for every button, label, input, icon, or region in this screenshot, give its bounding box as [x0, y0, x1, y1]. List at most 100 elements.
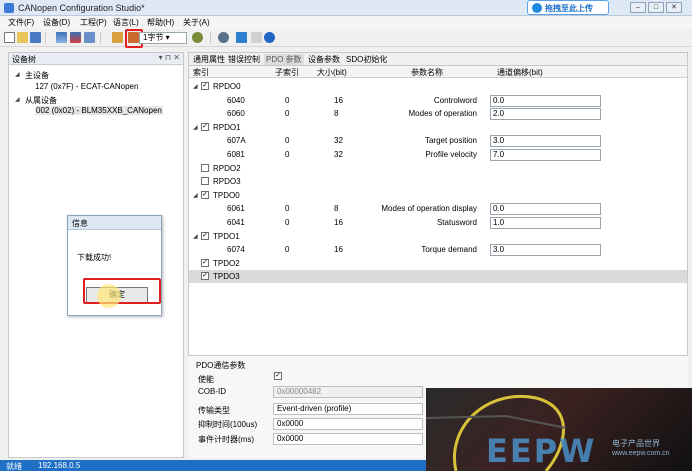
pdo-offset-field[interactable]: 3.0	[490, 135, 601, 148]
minimize-button[interactable]: –	[630, 2, 646, 13]
pdo-index: 6074	[227, 245, 245, 255]
tab-general[interactable]: 通用属性	[191, 54, 227, 65]
watermark-url: www.eepw.com.cn	[612, 450, 670, 457]
pdo-checkbox[interactable]: ✓	[201, 82, 209, 90]
tab-device-params[interactable]: 设备参数	[306, 54, 342, 65]
network-icon[interactable]	[84, 32, 95, 43]
pdo-offset-field[interactable]: 2.0	[490, 108, 601, 121]
pdo-checkbox[interactable]: ✓	[201, 190, 209, 199]
pdo-name: RPDO2	[213, 163, 241, 173]
pdo-size: 32	[334, 150, 343, 159]
bytes-select[interactable]: 1字节 ▾	[139, 32, 187, 44]
col-param-name: 参数名称	[411, 68, 443, 77]
enable-checkbox[interactable]: ✓	[274, 372, 282, 380]
pdo-entry-row[interactable]: 6061 0 8 Modes of operation display 0.0	[189, 202, 687, 216]
pdo-index: 6040	[227, 95, 245, 105]
pdo-entry-row[interactable]: 6060 0 8 Modes of operation 2.0	[189, 107, 687, 121]
expand-icon[interactable]: ◢	[193, 233, 198, 240]
pdo-group-row[interactable]: ◢ ✓ RPDO1	[189, 121, 687, 134]
menu-device[interactable]: 设备(D)	[43, 17, 70, 28]
dialog-title: 信息	[72, 219, 88, 228]
pdo-entry-row[interactable]: 6040 0 16 Controlword 0.0	[189, 94, 687, 107]
pdo-offset-field[interactable]: 1.0	[490, 217, 601, 229]
inhibit-time-label: 抑制时间(100us)	[198, 420, 258, 429]
expand-icon[interactable]: ◢	[193, 124, 198, 131]
pdo-subindex: 0	[285, 204, 290, 214]
pdo-entry-row[interactable]: 607A 0 32 Target position 3.0	[189, 134, 687, 148]
expand-icon[interactable]: ◢	[193, 192, 198, 199]
wrench-icon[interactable]	[251, 32, 262, 43]
status-state: 就绪	[6, 462, 22, 471]
pdo-group-row[interactable]: ◢ ✓ TPDO1	[189, 230, 687, 243]
table-header: 索引 子索引 大小(bit) 参数名称 通道偏移(bit)	[189, 66, 687, 78]
tab-error-control[interactable]: 错误控制	[226, 54, 262, 65]
wand-icon[interactable]	[192, 32, 203, 43]
info-icon[interactable]	[264, 32, 275, 43]
ok-highlight	[83, 278, 161, 304]
status-ip: 192.168.0.5	[38, 461, 81, 470]
menu-project[interactable]: 工程(P)	[80, 17, 107, 28]
pdo-subindex: 0	[285, 245, 290, 255]
pdo-param-name: Target position	[424, 136, 477, 146]
device-tree-title: 设备树	[12, 55, 36, 64]
trans-type-select[interactable]: Event-driven (profile)	[273, 403, 423, 415]
pdo-checkbox[interactable]: ✓	[201, 122, 209, 131]
col-index: 索引	[193, 68, 209, 77]
pdo-checkbox[interactable]	[201, 163, 209, 172]
pdo-checkbox[interactable]	[201, 177, 209, 186]
upload-icon[interactable]	[112, 32, 123, 43]
pdo-group-row[interactable]: ✓ TPDO3	[189, 270, 687, 284]
open-folder-icon[interactable]	[17, 32, 28, 43]
collapse-icon[interactable]: ◢	[15, 71, 20, 78]
pdo-entry-row[interactable]: 6081 0 32 Profile velocity 7.0	[189, 148, 687, 161]
menu-language[interactable]: 语言(L)	[113, 17, 139, 28]
pdo-checkbox[interactable]: ✓	[201, 231, 209, 240]
pdo-name: RPDO0	[213, 82, 241, 91]
save-icon[interactable]	[30, 32, 41, 43]
app-icon	[4, 3, 14, 13]
pdo-subindex: 0	[285, 218, 290, 227]
pdo-param-name: Torque demand	[421, 245, 477, 255]
device-list-icon[interactable]	[56, 32, 67, 43]
pdo-group-row[interactable]: ◢ ✓ RPDO0	[189, 80, 687, 93]
pdo-group-row[interactable]: RPDO3	[189, 175, 687, 188]
pdo-group-row[interactable]: ✓ TPDO2	[189, 257, 687, 270]
event-timer-label: 事件计时器(ms)	[198, 435, 254, 444]
pdo-checkbox[interactable]: ✓	[201, 258, 209, 267]
pdo-offset-field[interactable]: 3.0	[490, 244, 601, 257]
upload-badge[interactable]: 拖拽至此上传	[527, 0, 609, 15]
close-button[interactable]: ✕	[666, 2, 682, 13]
table-icon[interactable]	[236, 32, 247, 43]
device-config-icon[interactable]	[70, 32, 81, 43]
tree-slave-label[interactable]: 从属设备	[25, 95, 57, 106]
pdo-offset-field[interactable]: 0.0	[490, 94, 601, 107]
tree-master-item[interactable]: 127 (0x7F) - ECAT-CANopen	[35, 82, 138, 91]
pdo-size: 8	[334, 204, 339, 214]
pdo-checkbox[interactable]: ✓	[201, 272, 209, 281]
toolbar: 1字节 ▾	[0, 29, 692, 48]
pdo-group-row[interactable]: RPDO2	[189, 162, 687, 175]
pdo-entry-row[interactable]: 6041 0 16 Statusword 1.0	[189, 216, 687, 229]
pdo-entry-row[interactable]: 6074 0 16 Torque demand 3.0	[189, 243, 687, 257]
expand-icon[interactable]: ◢	[193, 83, 198, 90]
tab-pdo-params[interactable]: PDO 参数	[264, 54, 304, 65]
new-file-icon[interactable]	[4, 32, 15, 43]
collapse-icon[interactable]: ◢	[15, 96, 20, 103]
settings-icon[interactable]	[218, 32, 229, 43]
menu-about[interactable]: 关于(A)	[183, 17, 210, 28]
pdo-index: 6061	[227, 204, 245, 214]
maximize-button[interactable]: □	[648, 2, 664, 13]
tree-master-label[interactable]: 主设备	[25, 70, 49, 81]
pdo-offset-field[interactable]: 7.0	[490, 149, 601, 161]
inhibit-time-field[interactable]: 0x0000	[273, 418, 423, 430]
tree-slave-item[interactable]: 002 (0x02) - BLM35XXB_CANopen	[35, 106, 163, 115]
tab-sdo-init[interactable]: SDO初始化	[344, 54, 389, 65]
pdo-offset-field[interactable]: 0.0	[490, 203, 601, 216]
pdo-group-row[interactable]: ◢ ✓ TPDO0	[189, 189, 687, 202]
cobid-field[interactable]: 0x00000482	[273, 386, 423, 398]
menu-help[interactable]: 帮助(H)	[147, 17, 174, 28]
pin-icon[interactable]: ▾ ⊓ ✕	[159, 53, 180, 62]
event-timer-field[interactable]: 0x0000	[273, 433, 423, 445]
dialog-title-bar: 信息	[68, 216, 161, 230]
menu-file[interactable]: 文件(F)	[8, 17, 34, 28]
